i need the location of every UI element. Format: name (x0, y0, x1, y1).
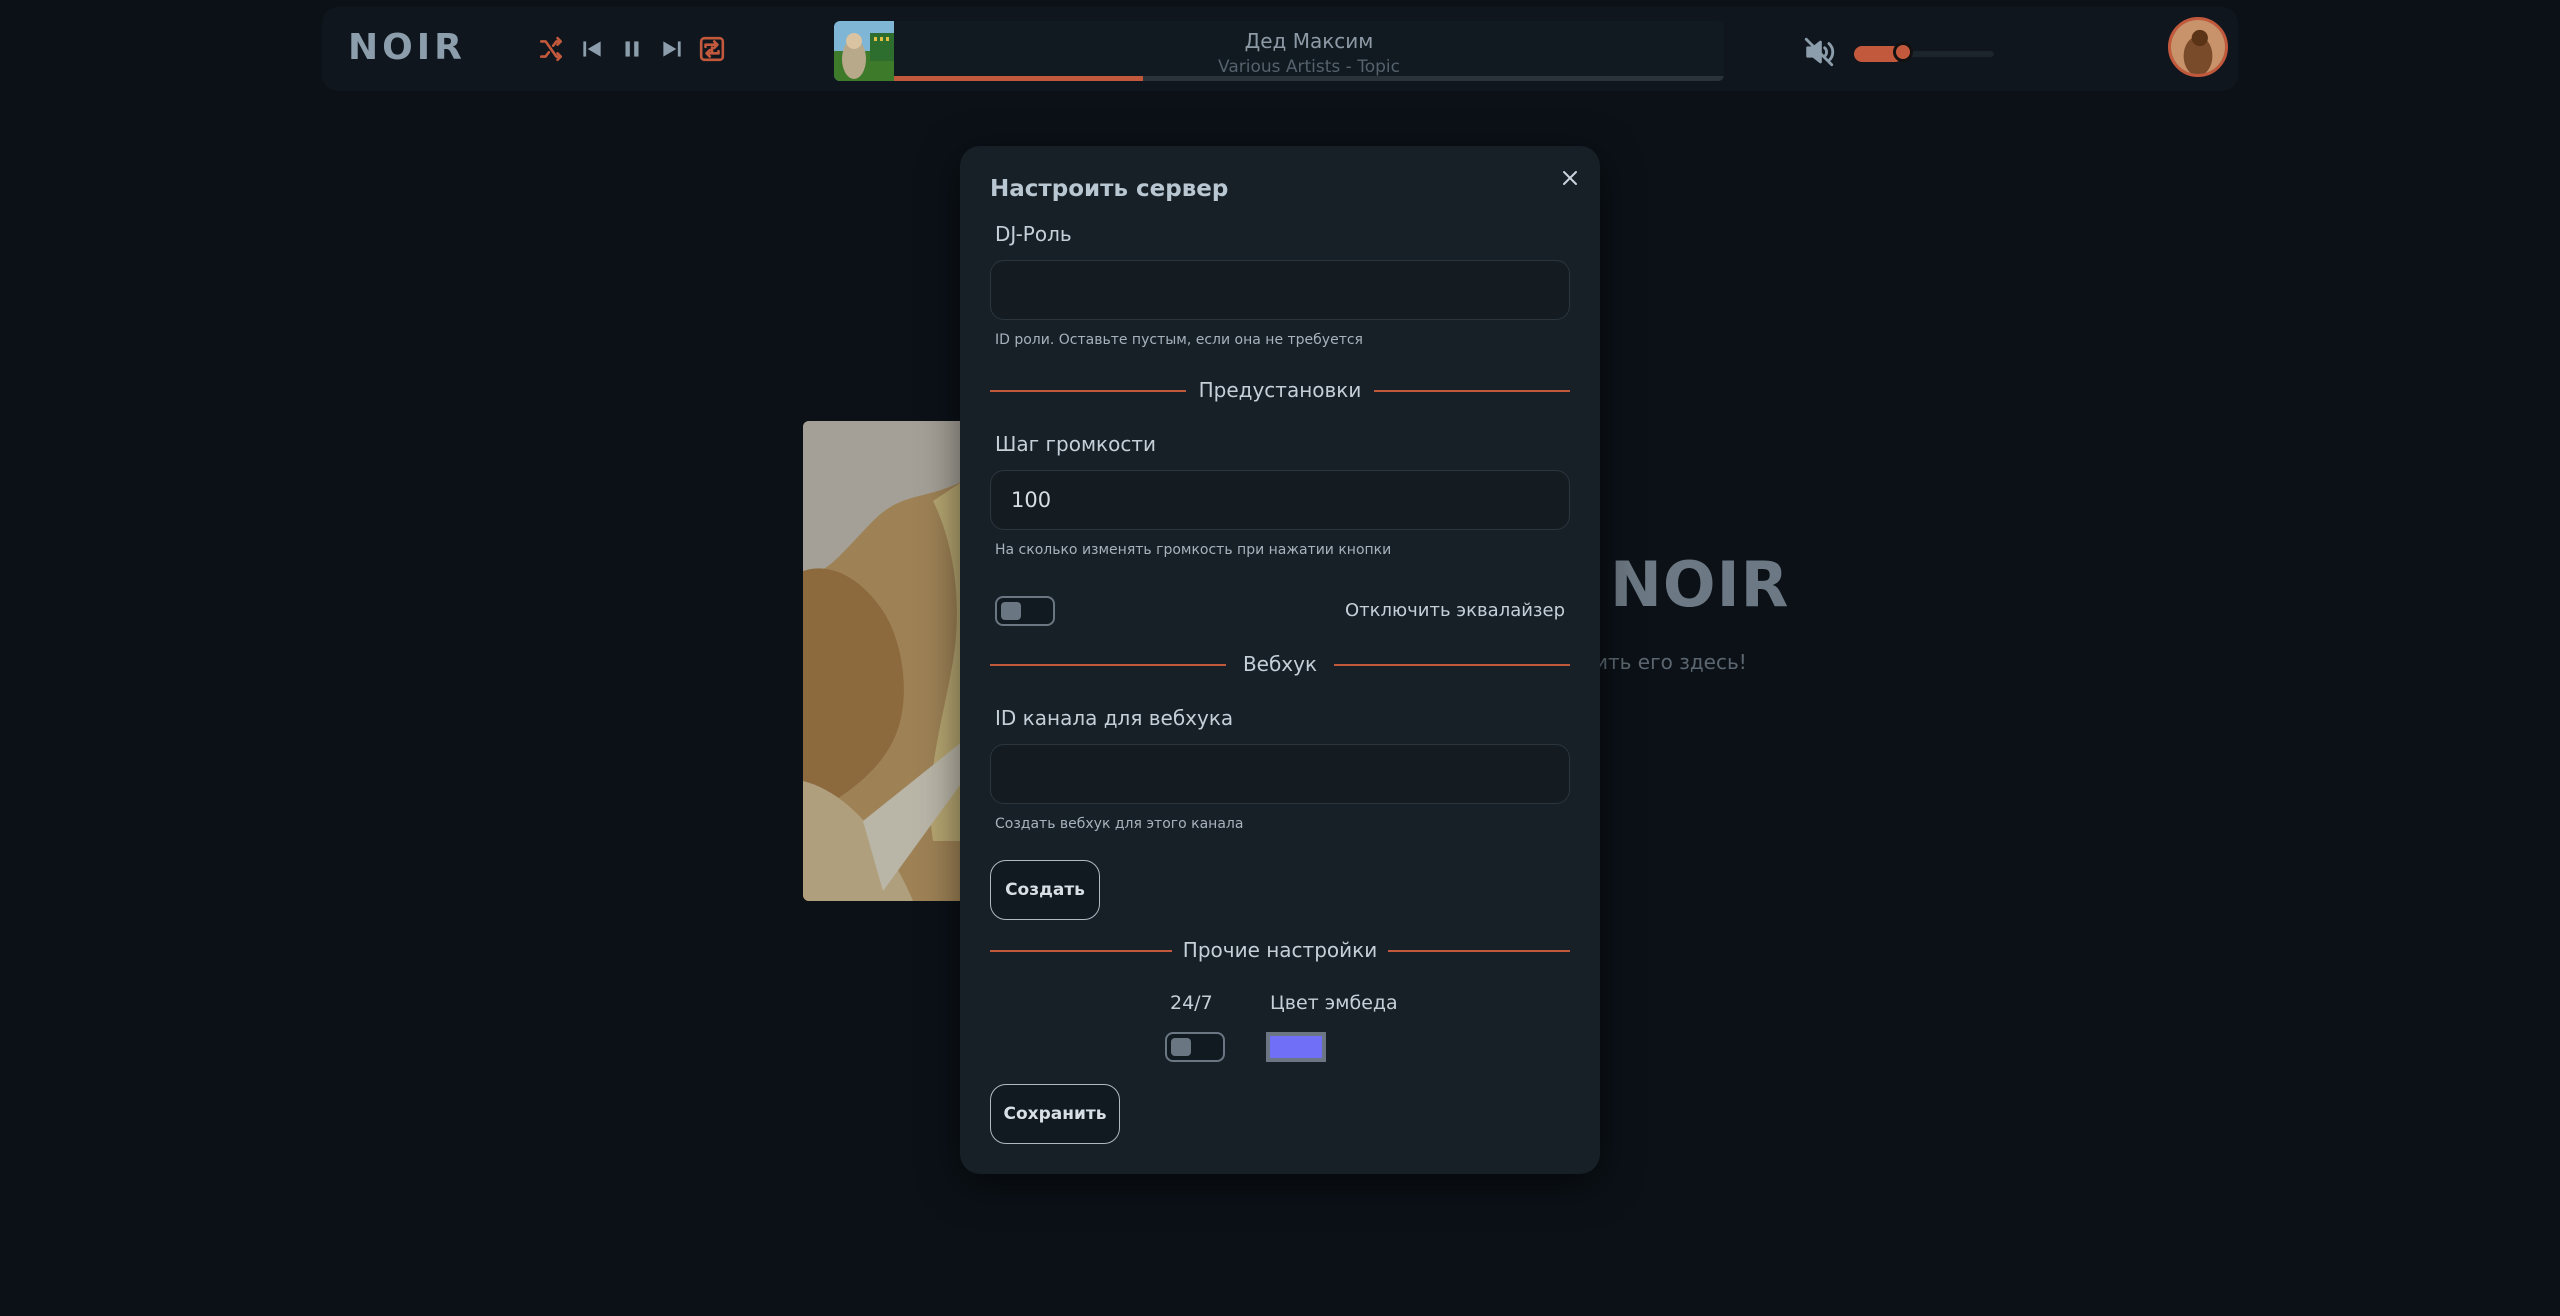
webhook-divider: Вебхук (990, 650, 1570, 680)
equalizer-toggle[interactable] (995, 596, 1055, 626)
always-on-label: 24/7 (1170, 992, 1213, 1014)
volume-step-input[interactable] (990, 470, 1570, 530)
dj-role-label: DJ-Роль (995, 222, 1072, 246)
volume-knob[interactable] (1893, 42, 1913, 62)
app-logo[interactable]: NOIR (348, 27, 466, 68)
webhook-channel-hint: Создать вебхук для этого канала (995, 816, 1244, 832)
volume-step-hint: На сколько изменять громкость при нажати… (995, 542, 1392, 558)
player-bar: NOIR Дед Максим Various Artists - Topic (322, 7, 2238, 91)
always-on-toggle-knob (1171, 1038, 1191, 1056)
now-playing[interactable]: Дед Максим Various Artists - Topic (834, 21, 1724, 81)
track-artist: Various Artists - Topic (1218, 57, 1400, 77)
webhook-channel-input[interactable] (990, 744, 1570, 804)
other-settings-divider: Прочие настройки (990, 936, 1570, 966)
volume-icon[interactable] (1802, 35, 1836, 69)
repeat-one-icon[interactable] (696, 33, 728, 65)
presets-divider: Предустановки (990, 376, 1570, 406)
shuffle-icon[interactable] (535, 33, 567, 65)
save-button[interactable]: Сохранить (990, 1084, 1120, 1144)
other-settings-section-title: Прочие настройки (1182, 938, 1378, 962)
equalizer-toggle-knob (1001, 602, 1021, 620)
volume-slider[interactable] (1854, 42, 1994, 62)
webhook-section-title: Вебхук (1242, 652, 1318, 676)
avatar[interactable] (2168, 17, 2228, 77)
album-art (834, 21, 894, 81)
close-icon[interactable] (1558, 166, 1582, 190)
embed-color-label: Цвет эмбеда (1270, 992, 1398, 1014)
volume-step-label: Шаг громкости (995, 432, 1156, 456)
embed-color-picker[interactable] (1266, 1032, 1326, 1062)
modal-title: Настроить сервер (990, 176, 1229, 202)
background-artwork (803, 421, 963, 901)
track-progress[interactable] (894, 76, 1724, 81)
presets-section-title: Предустановки (1198, 378, 1362, 402)
equalizer-toggle-label: Отключить эквалайзер (1344, 600, 1565, 621)
always-on-toggle[interactable] (1165, 1032, 1225, 1062)
track-title: Дед Максим (1244, 29, 1374, 53)
skip-forward-icon[interactable] (656, 33, 688, 65)
background-subtitle: ить его здесь! (1595, 650, 1747, 674)
webhook-channel-label: ID канала для вебхука (995, 706, 1234, 730)
skip-back-icon[interactable] (576, 33, 608, 65)
dj-role-hint: ID роли. Оставьте пустым, если она не тр… (995, 332, 1363, 348)
create-webhook-button[interactable]: Создать (990, 860, 1100, 920)
track-progress-fill (894, 76, 1143, 81)
background-title: NOIR (1610, 548, 1790, 621)
dj-role-input[interactable] (990, 260, 1570, 320)
server-settings-modal: Настроить сервер DJ-Роль ID роли. Оставь… (960, 146, 1600, 1174)
pause-icon[interactable] (616, 33, 648, 65)
